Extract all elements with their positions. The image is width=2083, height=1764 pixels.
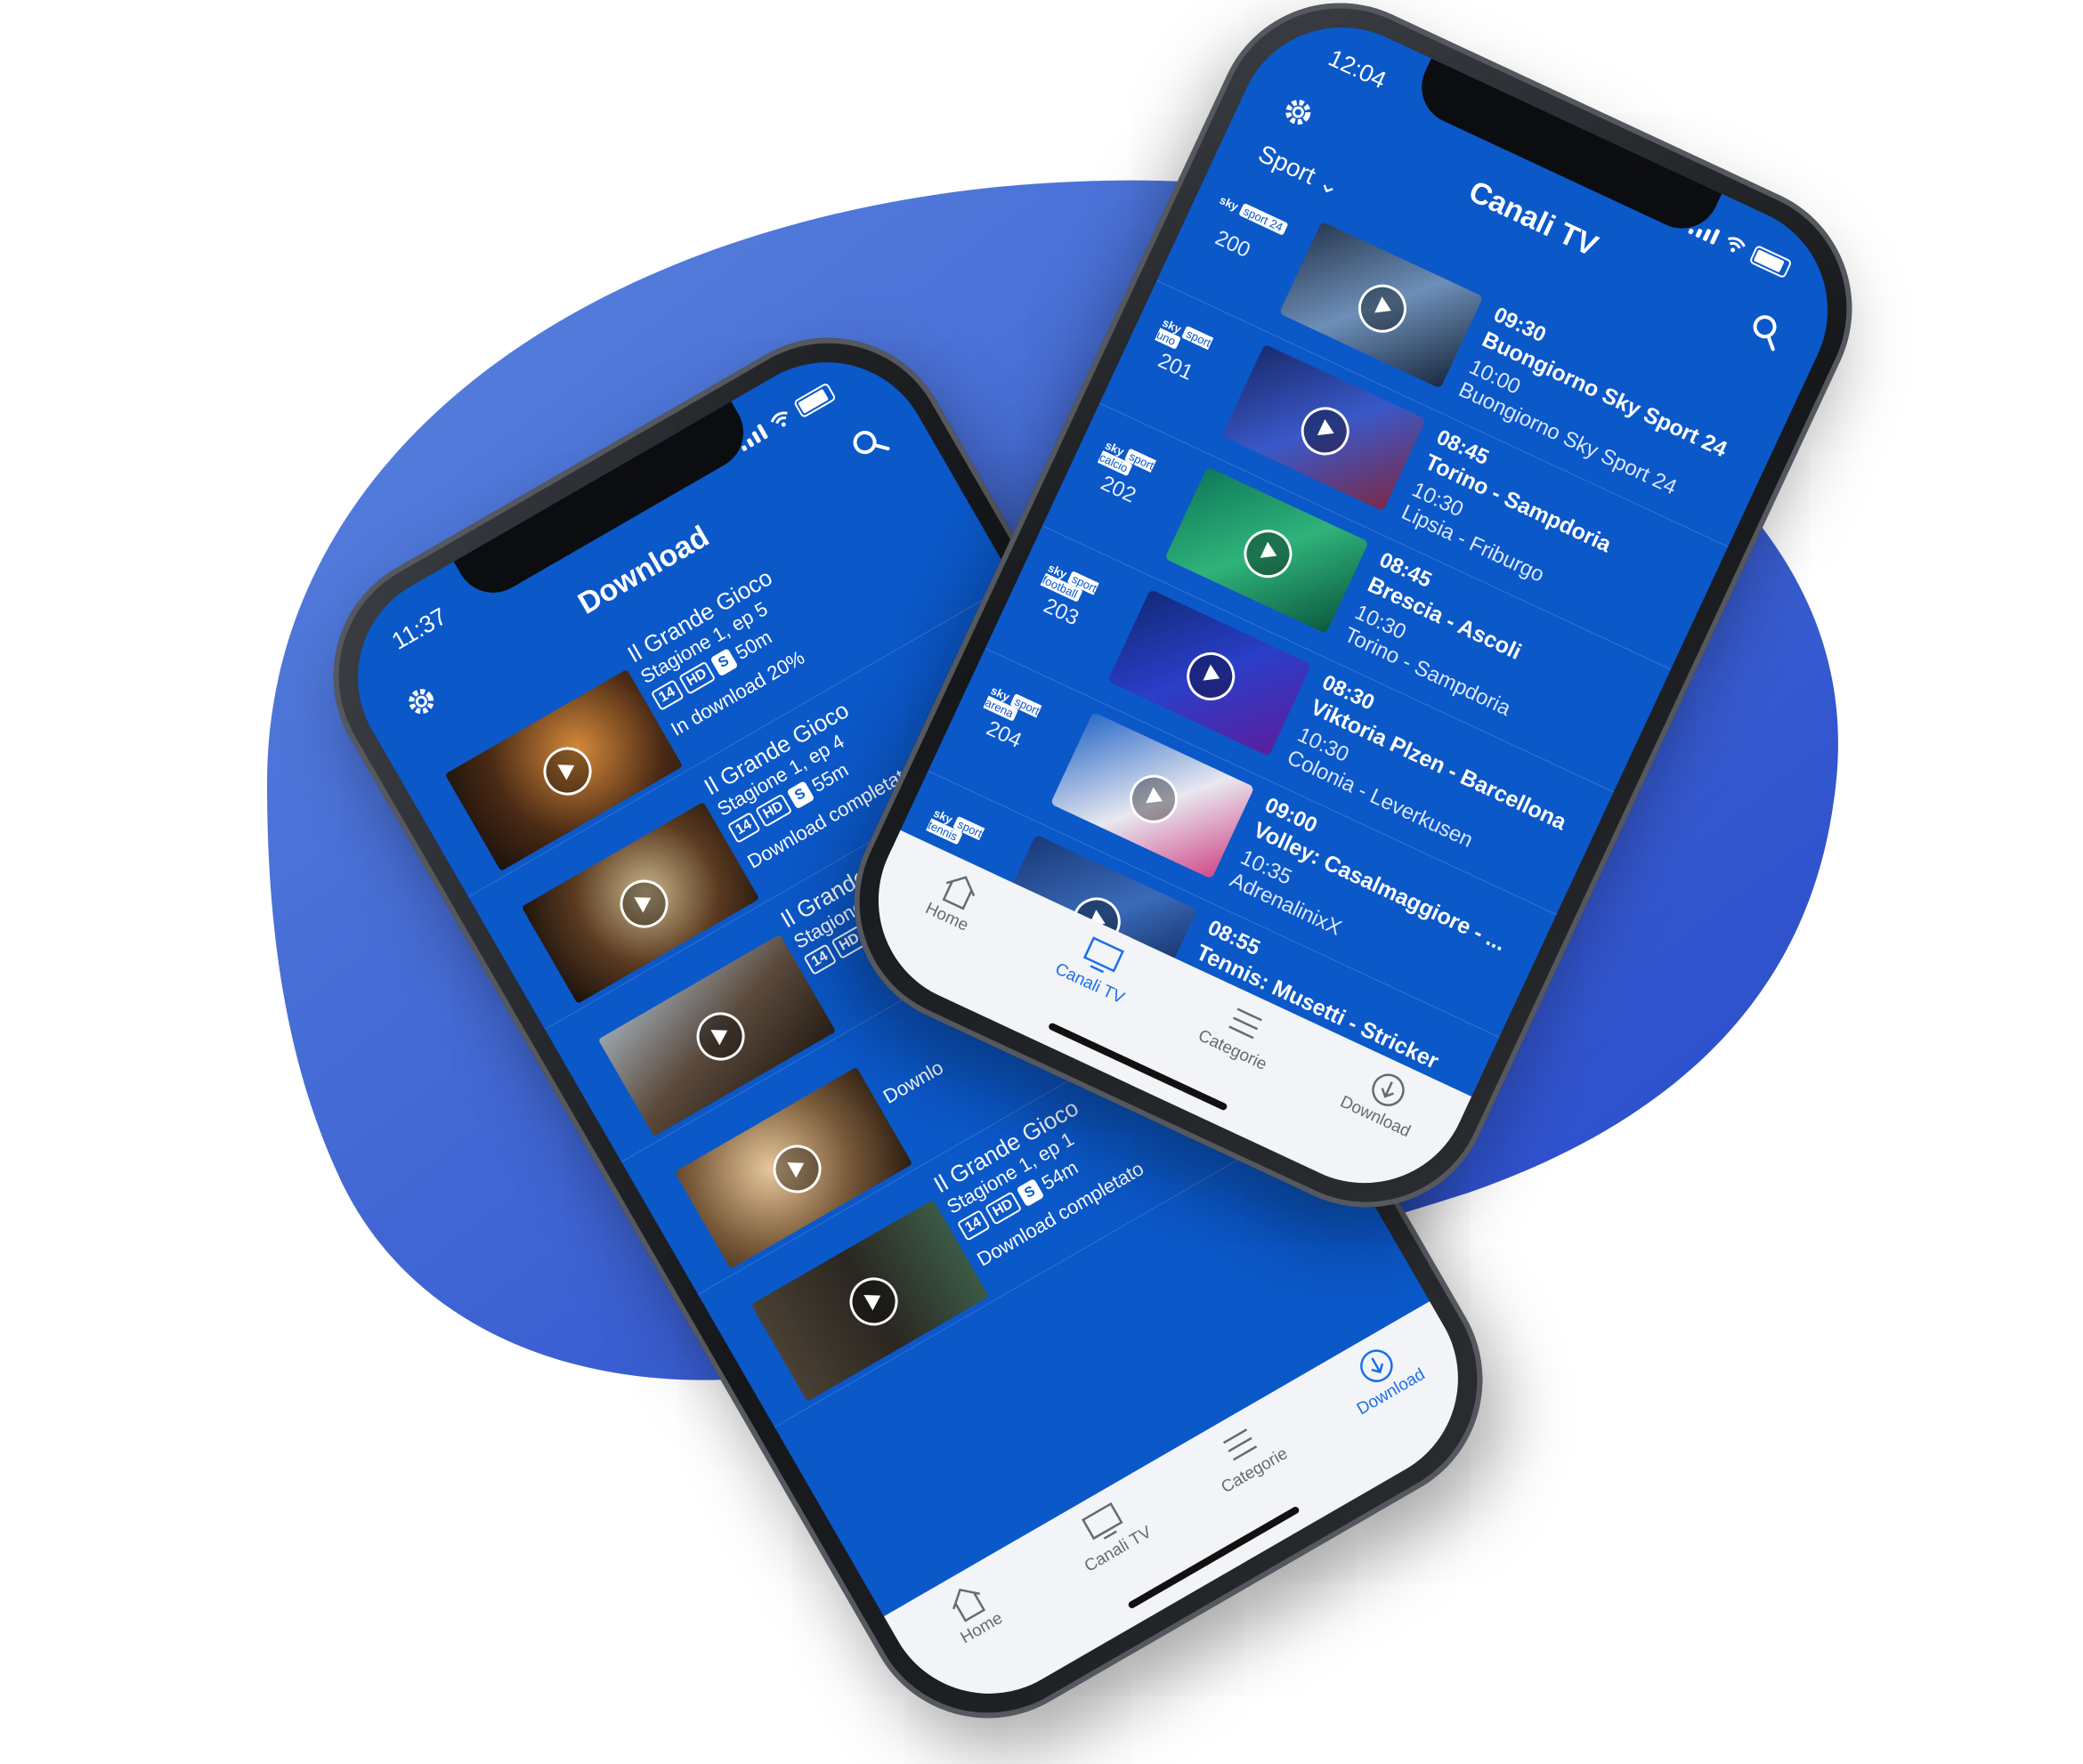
wifi-icon xyxy=(1728,237,1746,253)
tab-download[interactable]: Download xyxy=(1324,1324,1439,1426)
channel-number: 202 xyxy=(1097,471,1140,508)
status-time: 12:04 xyxy=(1325,44,1391,94)
play-icon[interactable] xyxy=(687,1003,754,1070)
tab-canali-tv[interactable]: Canali TV xyxy=(1050,1482,1165,1583)
subtitle-badge: S xyxy=(1016,1178,1045,1208)
play-icon[interactable] xyxy=(840,1268,907,1335)
play-icon[interactable] xyxy=(1179,644,1244,708)
play-icon[interactable] xyxy=(1293,399,1358,464)
status-time: 11:37 xyxy=(386,602,451,655)
chevron-down-icon: ⌄ xyxy=(1314,167,1346,202)
play-icon[interactable] xyxy=(1350,276,1414,341)
play-icon[interactable] xyxy=(1122,766,1186,831)
battery-icon xyxy=(1748,244,1793,279)
channel-logo: skysport tennis xyxy=(926,805,985,846)
play-icon[interactable] xyxy=(764,1136,831,1202)
subtitle-badge: S xyxy=(709,648,739,677)
battery-icon xyxy=(792,382,837,419)
wifi-icon xyxy=(770,411,788,427)
channel-number: 204 xyxy=(982,716,1025,754)
play-icon[interactable] xyxy=(1236,522,1301,587)
subtitle-badge: S xyxy=(786,781,815,810)
play-icon[interactable] xyxy=(611,870,677,937)
channel-number: 200 xyxy=(1211,225,1254,263)
tab-categorie[interactable]: Categorie xyxy=(1187,1403,1302,1504)
channel-number: 201 xyxy=(1154,348,1197,385)
stop-download-icon[interactable] xyxy=(534,738,601,805)
tab-home[interactable]: Home xyxy=(914,1560,1029,1662)
